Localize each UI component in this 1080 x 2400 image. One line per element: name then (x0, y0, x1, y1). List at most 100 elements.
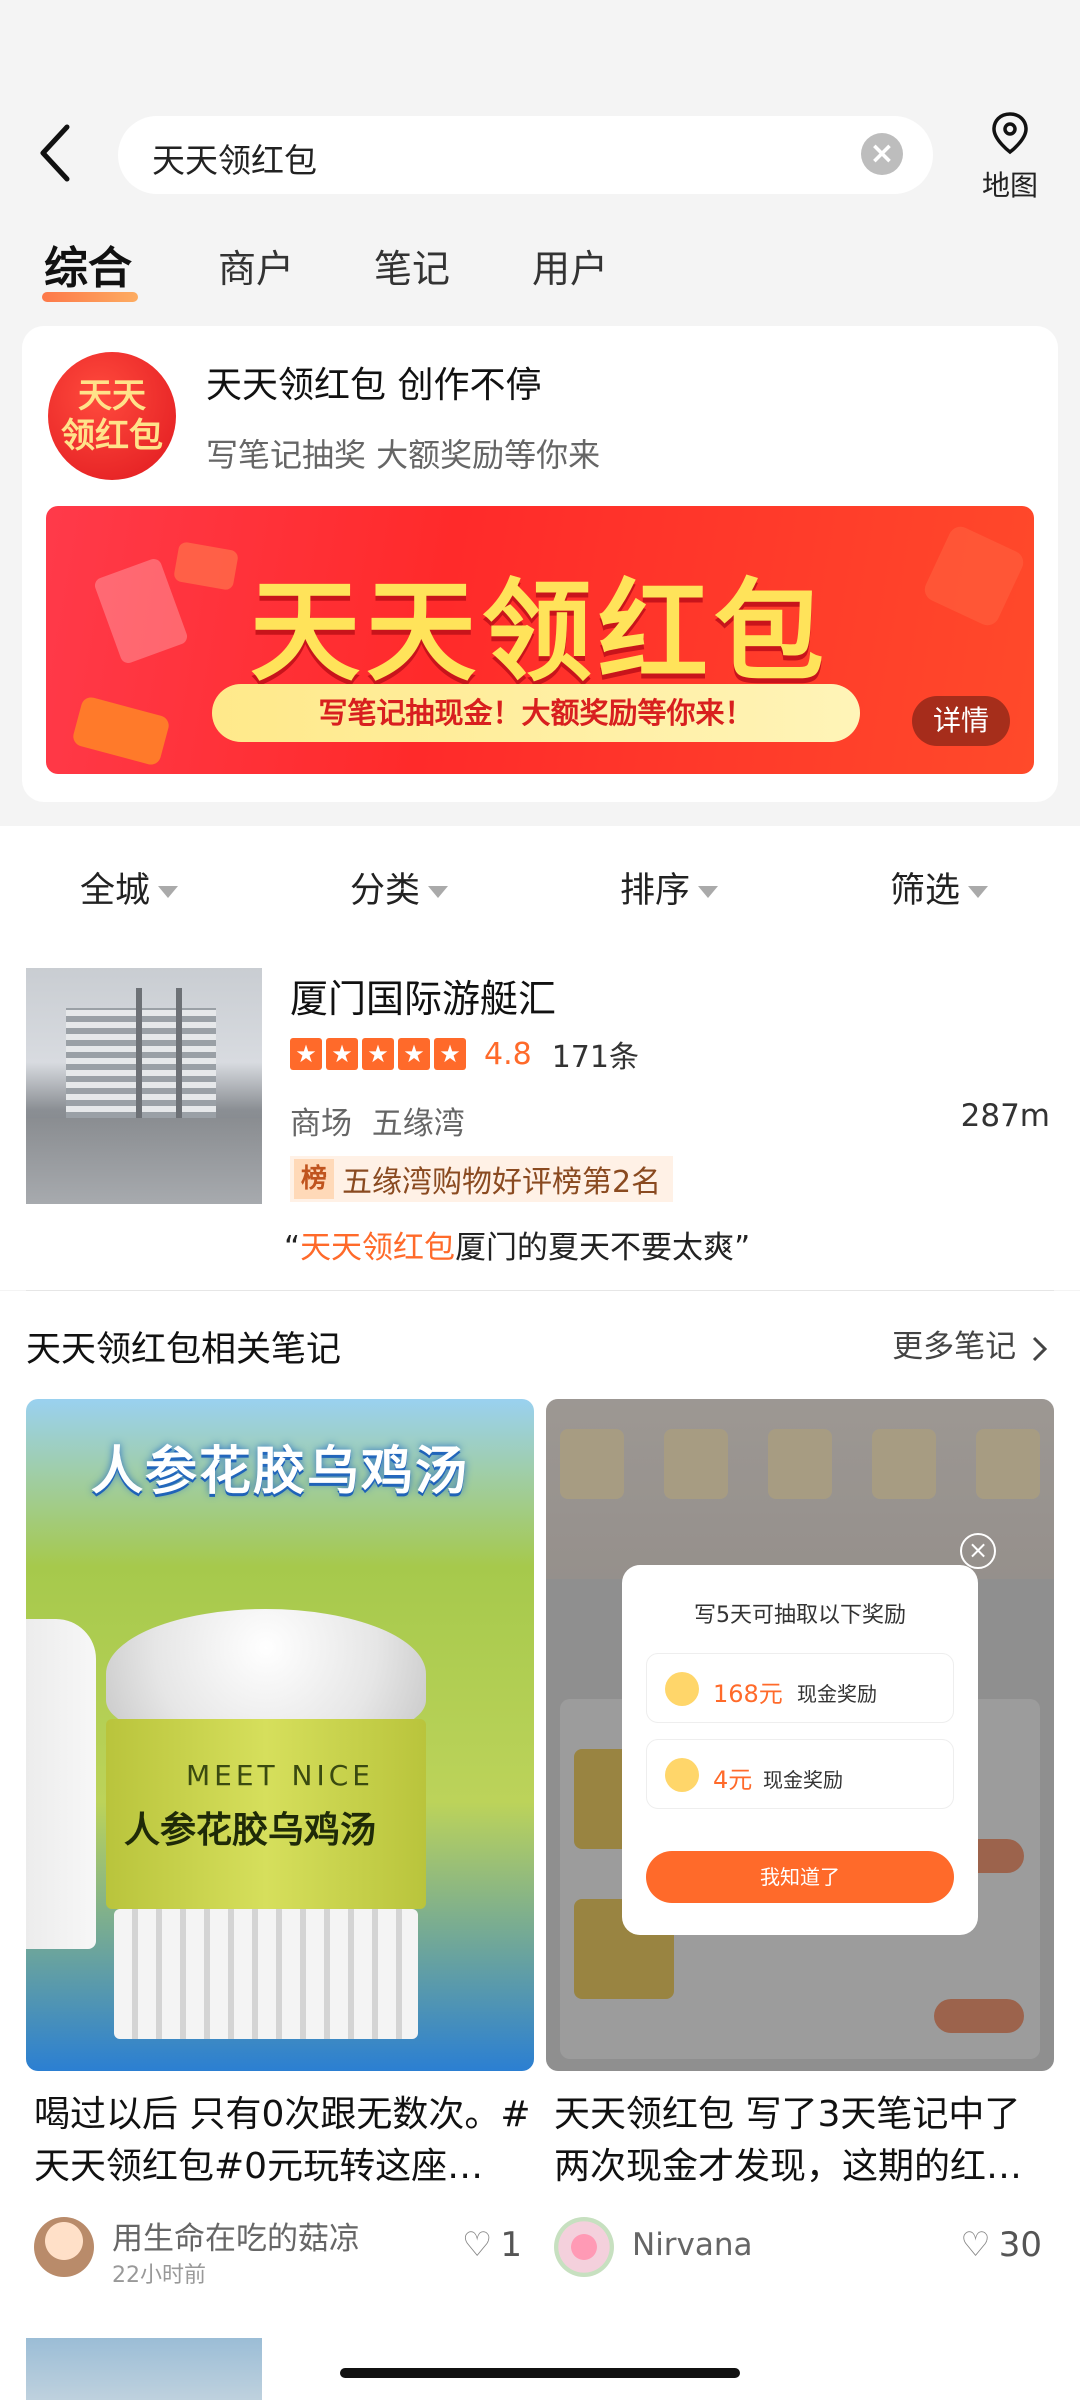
caret-down-icon (968, 886, 989, 898)
rank-badge[interactable]: 榜 五缘湾购物好评榜第2名 (290, 1156, 674, 1202)
back-button[interactable] (30, 118, 80, 188)
search-input[interactable]: 天天领红包 × (118, 116, 933, 194)
filter-screen[interactable]: 筛选 (890, 862, 989, 913)
quote-close: ” (734, 1230, 751, 1266)
like-count: 1 (500, 2225, 522, 2265)
pillar-image (136, 988, 142, 1138)
note-image: 人参花胶乌鸡汤 MEET NICE 人参花胶乌鸡汤 (26, 1399, 534, 2071)
filter-sort-label: 排序 (620, 871, 691, 911)
rank-text: 五缘湾购物好评榜第2名 (342, 1165, 662, 1200)
quote-open: “ (284, 1230, 301, 1266)
note-card[interactable]: 人参花胶乌鸡汤 MEET NICE 人参花胶乌鸡汤 喝过以后 只有0次跟无数次。… (26, 1399, 534, 2288)
banner-slogan: 写笔记抽现金！大额奖励等你来！ (212, 684, 860, 742)
filter-category[interactable]: 分类 (350, 862, 449, 913)
category-text: 商场 (290, 1106, 352, 1142)
heart-icon: ♡ (960, 2225, 991, 2265)
tab-comprehensive[interactable]: 综合 (44, 232, 132, 296)
reward-popup: 写5天可抽取以下奖励 168元 现金奖励 4元 现金奖励 我知道了 (622, 1565, 978, 1935)
review-count: 171条 (551, 1040, 639, 1075)
filter-city[interactable]: 全城 (80, 862, 179, 913)
close-icon: × (869, 136, 895, 171)
avatar[interactable] (554, 2217, 614, 2277)
area-text: 五缘湾 (371, 1106, 465, 1142)
rating-score: 4.8 (484, 1036, 532, 1072)
merchant-name: 厦门国际游艇汇 (290, 977, 557, 1021)
note-time: 22小时前 (112, 2263, 206, 2288)
star-icon: ★ (398, 1038, 430, 1070)
tab-users[interactable]: 用户 (532, 238, 608, 293)
note-author[interactable]: 用生命在吃的菇凉 (112, 2213, 360, 2258)
home-indicator[interactable] (340, 2368, 740, 2378)
pillar-image (176, 988, 182, 1138)
note-title: 天天领红包 写了3天笔记中了两次现金才发现，这期的红… (554, 2094, 1023, 2187)
heart-icon: ♡ (461, 2225, 493, 2265)
like-count: 30 (998, 2225, 1042, 2265)
note-author[interactable]: Nirvana (632, 2227, 753, 2263)
map-label: 地图 (981, 169, 1038, 202)
ground-image (26, 1118, 262, 1204)
coin-icon (665, 1758, 699, 1792)
reward-item: 168元 现金奖励 (646, 1653, 954, 1723)
notes-grid: 人参花胶乌鸡汤 MEET NICE 人参花胶乌鸡汤 喝过以后 只有0次跟无数次。… (0, 1387, 1080, 2400)
jar-base (114, 1909, 418, 2039)
next-list-item-peek (0, 2320, 1080, 2400)
banner-detail-button[interactable]: 详情 (912, 696, 1010, 746)
logo-text-line2: 领红包 (61, 416, 163, 456)
note-card[interactable]: × 写5天可抽取以下奖励 168元 现金奖励 4元 现金奖励 我知道了 天天领红… (546, 1399, 1054, 2279)
notes-section-header: 天天领红包相关笔记 更多笔记 (0, 1291, 1080, 1387)
merchant-quote: “天天领红包厦门的夏天不要太爽” (284, 1222, 750, 1267)
promo-banner[interactable]: 天天领红包 写笔记抽现金！大额奖励等你来！ 详情 (46, 506, 1034, 774)
avatar[interactable] (34, 2217, 94, 2277)
merchant-photo (26, 968, 262, 1204)
merchant-distance: 287m (960, 1098, 1050, 1134)
star-icon: ★ (326, 1038, 358, 1070)
star-icon: ★ (362, 1038, 394, 1070)
caret-down-icon (428, 886, 449, 898)
note-meta: Nirvana ♡ 30 (554, 2207, 1054, 2287)
quote-text: 厦门的夏天不要太爽 (455, 1230, 735, 1266)
filter-category-label: 分类 (350, 871, 421, 911)
next-thumbnail (26, 2338, 262, 2400)
quote-highlight: 天天领红包 (300, 1230, 456, 1266)
back-arrow-icon (40, 124, 70, 182)
search-tabs: 综合 商户 笔记 用户 (0, 230, 1080, 320)
jar-brand: MEET NICE (186, 1759, 374, 1792)
popup-confirm-button: 我知道了 (646, 1851, 954, 1903)
search-query: 天天领红包 (152, 141, 317, 180)
reward-amount: 168元 (713, 1680, 783, 1708)
map-button[interactable]: 地图 (960, 110, 1060, 210)
jar-body: MEET NICE 人参花胶乌鸡汤 (106, 1719, 426, 1909)
logo-text-line1: 天天 (78, 376, 146, 416)
filter-bar: 全城 分类 排序 筛选 (0, 826, 1080, 946)
jar-image: MEET NICE 人参花胶乌鸡汤 (86, 1609, 446, 2049)
more-notes-label: 更多笔记 (892, 1329, 1017, 1365)
reward-desc: 现金奖励 (763, 1768, 843, 1792)
filter-screen-label: 筛选 (890, 871, 961, 911)
note-title: 喝过以后 只有0次跟无数次。#天天领红包#0元玩转这座… (34, 2094, 531, 2187)
more-notes-link[interactable]: 更多笔记 (892, 1321, 1050, 1366)
star-icon: ★ (434, 1038, 466, 1070)
coin-icon (665, 1672, 699, 1706)
merchant-category: 商场 五缘湾 (290, 1098, 465, 1143)
promo-title: 天天领红包 创作不停 (206, 365, 542, 406)
notes-section-title: 天天领红包相关笔记 (26, 1330, 342, 1370)
close-icon: × (960, 1533, 996, 1569)
promo-logo: 天天 领红包 (48, 352, 176, 480)
chevron-right-icon (1032, 1336, 1048, 1361)
clear-search-button[interactable]: × (861, 133, 903, 175)
filter-sort[interactable]: 排序 (620, 862, 719, 913)
like-button[interactable]: ♡ 30 (960, 2225, 1042, 2265)
banner-title: 天天领红包 (250, 568, 830, 696)
tab-merchants[interactable]: 商户 (218, 238, 294, 293)
jar-product: 人参花胶乌鸡汤 (124, 1810, 377, 1851)
filter-city-label: 全城 (80, 871, 151, 911)
rating-row: ★ ★ ★ ★ ★ 4.8 171条 (290, 1036, 639, 1075)
reward-desc: 现金奖励 (797, 1682, 877, 1706)
note-meta: 用生命在吃的菇凉 22小时前 ♡ 1 (34, 2207, 534, 2288)
top-bar: 天天领红包 × 地图 综合 商户 笔记 用户 (0, 0, 1080, 320)
reward-amount: 4元 (713, 1766, 753, 1794)
promo-card[interactable]: 天天 领红包 天天领红包 创作不停 写笔记抽奖 大额奖励等你来 天天领红包 写笔… (22, 326, 1058, 802)
tab-notes[interactable]: 笔记 (374, 238, 450, 293)
merchant-item[interactable]: 厦门国际游艇汇 ★ ★ ★ ★ ★ 4.8 171条 商场 五缘湾 287m 榜… (0, 946, 1080, 1290)
like-button[interactable]: ♡ 1 (462, 2225, 522, 2265)
